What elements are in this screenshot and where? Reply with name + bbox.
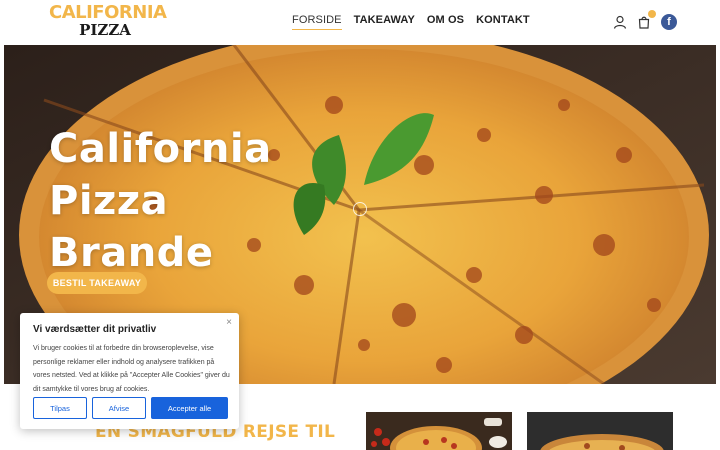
cookie-dialog-title: Vi værdsætter dit privatliv (33, 324, 157, 335)
close-icon[interactable]: × (226, 317, 232, 328)
cookie-dialog-text: Vi bruger cookies til at forbedre din br… (33, 345, 230, 393)
hero-title-line-2: Pizza (49, 178, 169, 224)
logo[interactable]: CALIFORNIA PIZZA (49, 2, 167, 41)
nav-item-kontakt[interactable]: KONTAKT (476, 14, 530, 30)
header-actions: f (613, 10, 677, 30)
site-header: CALIFORNIA PIZZA FORSIDE TAKEAWAY OM OS … (0, 0, 720, 45)
cookie-consent-dialog: × Vi værdsætter dit privatliv Vi bruger … (20, 313, 239, 429)
reject-button[interactable]: Afvise (92, 397, 146, 419)
hero-title: California Pizza Brande (49, 123, 309, 279)
food-thumbnail-2[interactable] (527, 412, 673, 450)
logo-wordmark-bottom: PIZZA (79, 21, 131, 39)
accept-all-button[interactable]: Accepter alle (151, 397, 228, 419)
hero-title-line-1: California (49, 126, 272, 172)
user-icon[interactable] (613, 15, 627, 29)
cookie-actions: Tilpas Afvise Accepter alle (33, 397, 228, 419)
customize-button[interactable]: Tilpas (33, 397, 87, 419)
food-thumbnail-1[interactable] (366, 412, 512, 450)
cart-icon[interactable] (637, 10, 656, 29)
slider-indicator-icon[interactable] (353, 202, 367, 216)
facebook-icon[interactable]: f (661, 14, 677, 30)
nav-item-takeaway[interactable]: TAKEAWAY (354, 14, 415, 30)
logo-wordmark-top: CALIFORNIA (49, 2, 167, 23)
nav-item-om-os[interactable]: OM OS (427, 14, 464, 30)
nav-item-forside[interactable]: FORSIDE (292, 14, 342, 30)
main-nav: FORSIDE TAKEAWAY OM OS KONTAKT (292, 14, 530, 30)
order-takeaway-button[interactable]: BESTIL TAKEAWAY (47, 272, 147, 294)
cart-count-badge (648, 10, 656, 18)
